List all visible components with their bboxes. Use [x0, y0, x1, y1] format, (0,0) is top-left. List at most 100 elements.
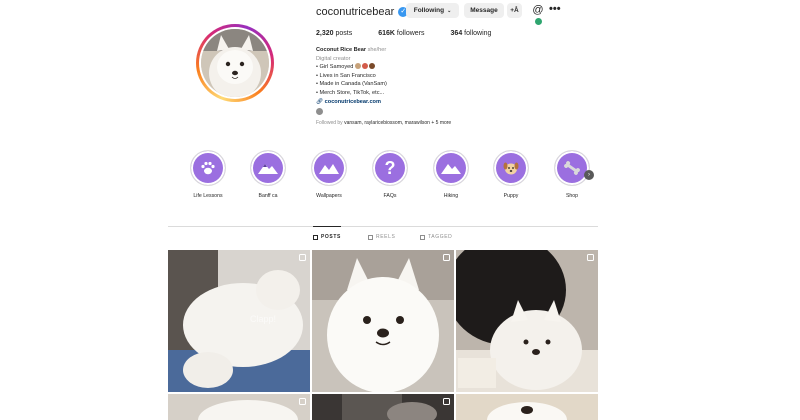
- threads-badge-icon: [535, 18, 542, 25]
- followed-by[interactable]: Followed by vansam, raylaricebiossom, ma…: [316, 120, 451, 126]
- followed-by-names: vansam, raylaricebiossom, marawilson: [344, 120, 430, 126]
- multi-image-icon: [587, 254, 594, 261]
- followed-by-more: + 5 more: [431, 120, 452, 126]
- bear-emoji-icon: [368, 63, 375, 70]
- post-thumbnail[interactable]: [168, 394, 310, 420]
- tab-tagged[interactable]: TAGGED: [420, 234, 452, 240]
- highlight-label: Wallpapers: [316, 193, 342, 199]
- posts-label: posts: [335, 30, 353, 37]
- mountain-icon: [319, 164, 339, 174]
- highlight-label: Banff ca: [258, 193, 278, 199]
- bio-line: • Made in Canada (VanSam): [316, 81, 387, 88]
- highlight-label: FAQs: [383, 193, 397, 199]
- following-button[interactable]: Following ⌄: [406, 3, 459, 18]
- followers-count: 616K: [378, 30, 395, 37]
- highlight-wallpapers[interactable]: Wallpapers: [304, 150, 354, 199]
- post-image: [312, 394, 454, 420]
- tab-label: REELS: [376, 234, 396, 240]
- bio-link[interactable]: coconutricebear.com: [325, 99, 381, 105]
- following-stat[interactable]: 364 following: [451, 30, 492, 37]
- dog-face-icon: [503, 162, 519, 175]
- highlight-puppy[interactable]: Puppy: [486, 150, 536, 199]
- tab-label: POSTS: [321, 234, 341, 240]
- highlight-label: Shop: [565, 193, 579, 199]
- message-button[interactable]: Message: [464, 3, 504, 18]
- post-thumbnail[interactable]: Clapp!: [168, 250, 310, 392]
- post-image: [168, 250, 310, 392]
- highlight-label: Hiking: [443, 193, 459, 199]
- highlight-cover: [250, 150, 286, 186]
- avatar: [201, 29, 269, 97]
- post-image: [456, 250, 598, 392]
- link-icon: 🔗︎: [316, 98, 324, 105]
- highlight-label: Puppy: [503, 193, 519, 199]
- emoji-icon: [361, 63, 368, 70]
- question-icon: ?: [384, 158, 396, 178]
- highlight-life-lessons[interactable]: Life Lessons: [183, 150, 233, 199]
- threads-small-icon[interactable]: [316, 108, 323, 116]
- chevron-right-icon[interactable]: ›: [584, 170, 594, 180]
- multi-image-icon: [443, 398, 450, 405]
- profile-bio: Coconut Rice Bear she/her Digital creato…: [316, 46, 516, 119]
- profile-avatar-ring[interactable]: [196, 24, 274, 102]
- bio-line-text: • Girl Samoyed: [316, 64, 354, 71]
- tab-reels[interactable]: REELS: [368, 234, 395, 240]
- highlight-cover: [554, 150, 590, 186]
- highlight-cover: [433, 150, 469, 186]
- tagged-icon: [420, 234, 425, 240]
- paw-icon: [201, 161, 215, 175]
- avatar-gap: [199, 27, 271, 99]
- avatar-samoyed-image: [201, 29, 269, 97]
- tab-posts[interactable]: POSTS: [313, 234, 341, 240]
- post-thumbnail[interactable]: [456, 394, 598, 420]
- active-tab-indicator: [313, 226, 341, 227]
- post-thumbnail[interactable]: [312, 250, 454, 392]
- tab-label: TAGGED: [428, 234, 453, 240]
- post-image: [312, 250, 454, 392]
- multi-image-icon: [299, 398, 306, 405]
- post-thumbnail[interactable]: [312, 394, 454, 420]
- message-button-label: Message: [470, 7, 498, 14]
- highlight-cover: [190, 150, 226, 186]
- post-image: [168, 394, 310, 420]
- followers-stat[interactable]: 616K followers: [378, 30, 424, 37]
- more-options-icon[interactable]: •••: [549, 2, 561, 16]
- bone-icon: [564, 161, 580, 175]
- username-row: coconutricebear: [316, 3, 409, 21]
- multi-image-icon: [443, 254, 450, 261]
- highlight-cover: [311, 150, 347, 186]
- bio-line: • Girl Samoyed: [316, 63, 516, 72]
- mountain-icon: [258, 164, 278, 174]
- add-person-button[interactable]: +Å: [507, 3, 522, 18]
- post-caption: Clapp!: [250, 314, 277, 324]
- bio-name: Coconut Rice Bear: [316, 47, 367, 53]
- posts-count: 2,320: [316, 30, 334, 37]
- highlight-faqs[interactable]: ? FAQs: [365, 150, 415, 199]
- post-thumbnail[interactable]: [456, 250, 598, 392]
- bio-line: • Lives in San Francisco: [316, 72, 376, 79]
- add-person-icon: +Å: [510, 7, 519, 14]
- highlight-cover: ?: [372, 150, 408, 186]
- highlight-banff[interactable]: Banff ca: [243, 150, 293, 199]
- highlight-label: Life Lessons: [193, 193, 223, 199]
- highlight-cover: [493, 150, 529, 186]
- username: coconutricebear: [316, 6, 395, 18]
- story-highlights: Life Lessons Banff ca Wallpapers ? FAQs: [186, 150, 606, 205]
- profile-stats: 2,320 posts 616K followers 364 following: [316, 30, 491, 37]
- mountain-icon: [441, 164, 461, 174]
- posts-stat: 2,320 posts: [316, 30, 352, 37]
- following-button-label: Following: [413, 7, 445, 14]
- bio-category: Digital creator: [316, 55, 351, 62]
- tabs-divider: [168, 226, 598, 227]
- bio-line: • Merch Store, TikTok, etc...: [316, 89, 385, 96]
- reels-icon: [368, 234, 373, 240]
- highlight-hiking[interactable]: Hiking: [426, 150, 476, 199]
- following-count: 364: [450, 30, 463, 37]
- threads-icon[interactable]: @: [532, 4, 544, 16]
- bio-pronouns: she/her: [367, 47, 387, 53]
- post-image: [456, 394, 598, 420]
- emoji-icon: [354, 63, 361, 70]
- following-label: following: [464, 30, 492, 37]
- multi-image-icon: [299, 254, 306, 261]
- chevron-down-icon: ⌄: [447, 7, 452, 14]
